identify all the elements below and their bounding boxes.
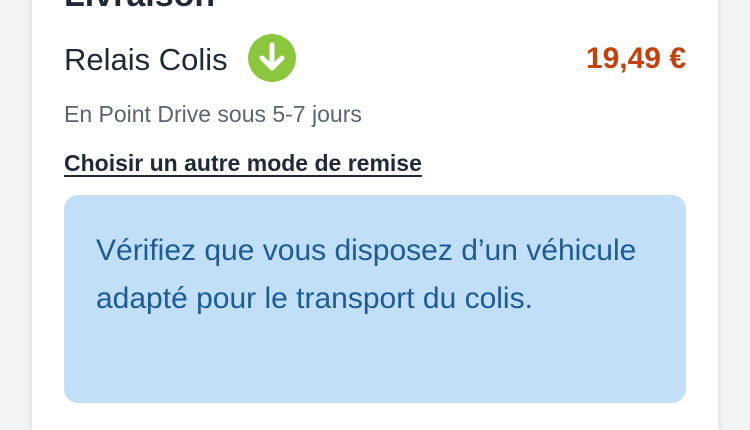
delivery-price: 19,49 € bbox=[585, 42, 686, 75]
carrier-row: Relais Colis 19,49 € bbox=[64, 34, 686, 86]
change-delivery-mode-link[interactable]: Choisir un autre mode de remise bbox=[64, 150, 422, 177]
vehicle-notice: Vérifiez que vous disposez d’un véhicule… bbox=[64, 195, 686, 403]
arrow-down-circle-icon bbox=[248, 34, 296, 82]
vehicle-notice-text: Vérifiez que vous disposez d’un véhicule… bbox=[96, 234, 637, 315]
delivery-description: En Point Drive sous 5-7 jours bbox=[64, 101, 362, 127]
carrier-name: Relais Colis bbox=[64, 42, 228, 77]
section-title: Livraison bbox=[64, 0, 215, 12]
delivery-card: Livraison Relais Colis 19,49 € En Point … bbox=[32, 0, 718, 430]
